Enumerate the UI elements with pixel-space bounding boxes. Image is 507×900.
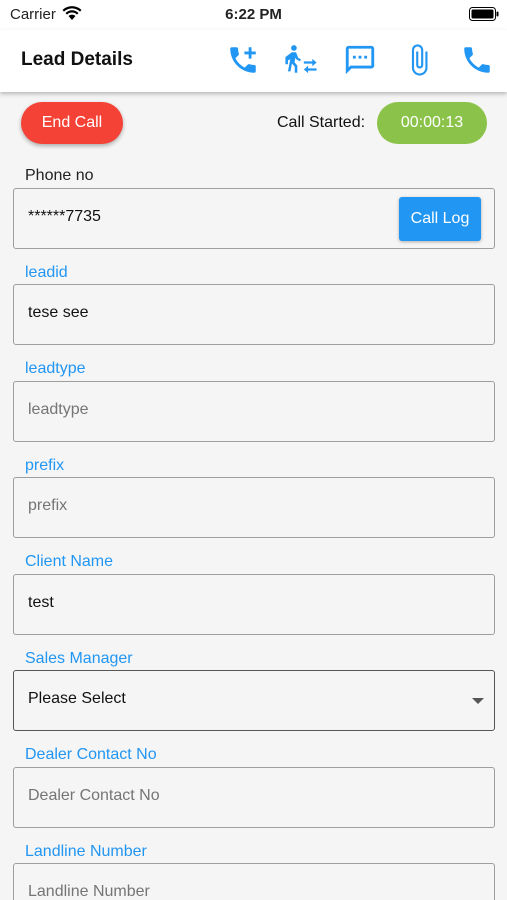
- phone-field[interactable]: ******7735 Call Log: [13, 188, 495, 249]
- status-time: 6:22 PM: [225, 6, 282, 23]
- attachment-icon[interactable]: [401, 42, 437, 78]
- client-name-field[interactable]: test: [13, 574, 495, 635]
- leadtype-field[interactable]: leadtype: [13, 381, 495, 442]
- phone-label: Phone no: [25, 167, 94, 184]
- message-icon[interactable]: [342, 42, 378, 78]
- landline-placeholder: Landline Number: [28, 883, 150, 900]
- phone-icon[interactable]: [459, 42, 495, 78]
- prefix-field[interactable]: prefix: [13, 477, 495, 538]
- battery-icon: [469, 7, 499, 21]
- leadid-label: leadid: [25, 264, 68, 281]
- dealer-contact-label: Dealer Contact No: [25, 746, 157, 763]
- sales-manager-label: Sales Manager: [25, 650, 133, 667]
- leadtype-placeholder: leadtype: [28, 401, 89, 418]
- app-header: Lead Details: [0, 30, 507, 92]
- transfer-icon[interactable]: [283, 42, 319, 78]
- call-started-label: Call Started:: [277, 114, 366, 131]
- leadid-value: tese see: [28, 304, 89, 321]
- client-name-value: test: [28, 594, 54, 611]
- client-name-label: Client Name: [25, 553, 114, 570]
- leadtype-label: leadtype: [25, 360, 86, 377]
- end-call-button[interactable]: End Call: [21, 102, 123, 144]
- chevron-down-icon: [472, 698, 484, 704]
- sales-manager-dropdown[interactable]: Please Select: [13, 670, 495, 731]
- prefix-label: prefix: [25, 457, 65, 474]
- prefix-placeholder: prefix: [28, 497, 68, 514]
- phone-value: ******7735: [28, 208, 101, 225]
- landline-label: Landline Number: [25, 843, 147, 860]
- page-title: Lead Details: [21, 49, 133, 70]
- dealer-contact-placeholder: Dealer Contact No: [28, 787, 160, 804]
- landline-field[interactable]: Landline Number: [13, 863, 495, 900]
- call-timer: 00:00:13: [377, 102, 487, 144]
- lead-form: End Call Call Started: 00:00:13 Phone no…: [0, 92, 507, 900]
- sales-manager-value: Please Select: [28, 690, 126, 707]
- dealer-contact-field[interactable]: Dealer Contact No: [13, 767, 495, 828]
- add-call-icon[interactable]: [225, 42, 261, 78]
- status-bar: Carrier 6:22 PM: [0, 0, 507, 30]
- call-log-button[interactable]: Call Log: [399, 197, 481, 241]
- leadid-field[interactable]: tese see: [13, 284, 495, 345]
